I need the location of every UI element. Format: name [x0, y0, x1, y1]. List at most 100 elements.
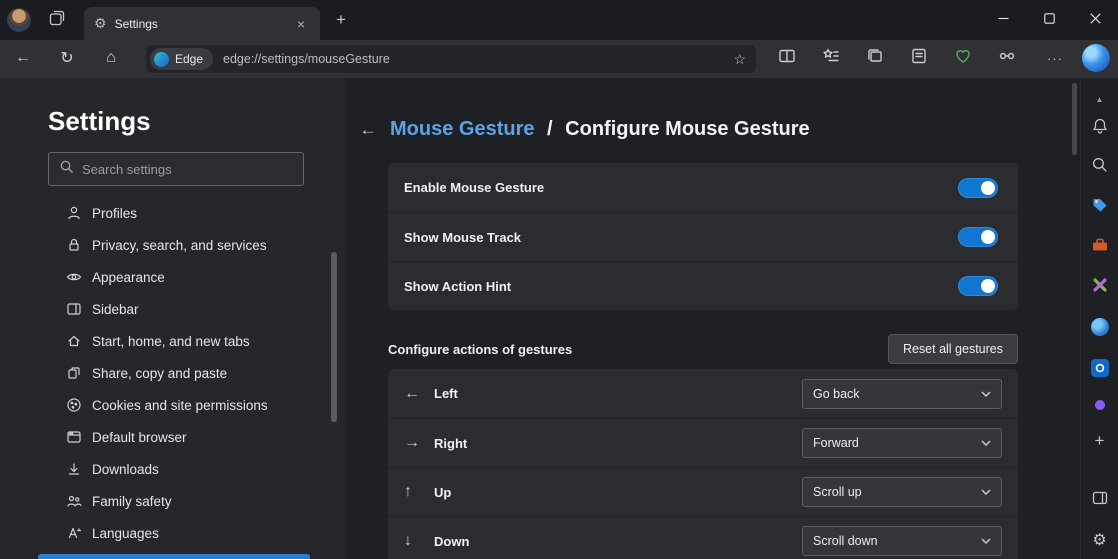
split-screen-icon [778, 47, 796, 70]
sidebar-item-cookies-permissions[interactable]: Cookies and site permissions [40, 389, 310, 421]
settings-nav-list: Profiles Privacy, search, and services A… [40, 197, 310, 549]
favorites-button[interactable] [816, 43, 846, 73]
copilot-button[interactable] [1082, 44, 1110, 72]
gesture-left-label: Left [434, 386, 458, 401]
customize-sidebar-button[interactable] [1089, 489, 1111, 511]
shopping-tag-icon [1091, 196, 1109, 219]
gesture-row-up: ↑ Up Scroll up [388, 467, 1018, 516]
games-button[interactable] [1089, 276, 1111, 298]
reset-all-gestures-button[interactable]: Reset all gestures [888, 334, 1018, 364]
right-action-dropdown[interactable]: Forward [802, 428, 1002, 458]
sidebar-item-start-home-tabs[interactable]: Start, home, and new tabs [40, 325, 310, 357]
rail-scroll-up-button[interactable]: ▲ [1089, 88, 1111, 110]
enable-mouse-gesture-row: Enable Mouse Gesture [388, 163, 1018, 212]
split-screen-button[interactable] [772, 43, 802, 73]
layout-panel-icon [1091, 489, 1109, 512]
sphere-app-icon [1091, 318, 1109, 336]
outlook-icon [1091, 359, 1109, 377]
left-action-value: Go back [813, 387, 860, 401]
profile-avatar[interactable] [7, 8, 31, 32]
minimize-button[interactable] [980, 0, 1026, 40]
sidebar-item-family-safety[interactable]: Family safety [40, 485, 310, 517]
show-mouse-track-label: Show Mouse Track [404, 230, 521, 245]
rail-search-button[interactable] [1089, 156, 1111, 178]
search-icon [1091, 156, 1108, 178]
gesture-down-label: Down [434, 534, 469, 549]
sidebar-settings-button[interactable]: ⚙ [1089, 529, 1111, 551]
chevron-down-icon [981, 538, 991, 544]
sphere-app-button[interactable] [1089, 316, 1111, 338]
workspaces-nav-button[interactable] [992, 43, 1022, 73]
refresh-button[interactable]: ↻ [52, 43, 82, 73]
favorite-star-icon[interactable]: ☆ [733, 51, 746, 68]
new-tab-button[interactable]: + [330, 9, 352, 31]
page-title: Configure Mouse Gesture [565, 118, 809, 140]
edge-browser-window: { "colors": { "accent_blue": "#1176d1", … [0, 0, 1118, 559]
settings-page-title: Settings [48, 106, 151, 137]
settings-main-content: ← Mouse Gesture / Configure Mouse Gestur… [346, 78, 1080, 559]
outlook-button[interactable] [1089, 357, 1111, 379]
gesture-up-label: Up [434, 485, 451, 500]
sidebar-item-share-copy-paste[interactable]: Share, copy and paste [40, 357, 310, 389]
maximize-button[interactable] [1026, 0, 1072, 40]
window-controls [980, 0, 1118, 40]
back-button[interactable]: ← [8, 43, 38, 73]
down-action-value: Scroll down [813, 534, 878, 548]
shopping-button[interactable] [1089, 196, 1111, 218]
browser-essentials-button[interactable] [948, 43, 978, 73]
tab-close-icon[interactable]: × [292, 15, 310, 33]
mouse-gesture-toggles-card: Enable Mouse Gesture Show Mouse Track Sh… [388, 163, 1018, 310]
lock-icon [66, 237, 82, 253]
settings-search-box[interactable] [48, 152, 304, 186]
linked-nodes-icon [998, 47, 1016, 70]
home-button[interactable]: ⌂ [96, 43, 126, 73]
sidebar-item-default-browser[interactable]: Default browser [40, 421, 310, 453]
url-text: edge://settings/mouseGesture [223, 52, 733, 66]
minimize-icon [998, 11, 1009, 29]
up-action-dropdown[interactable]: Scroll up [802, 477, 1002, 507]
sidebar-item-privacy[interactable]: Privacy, search, and services [40, 229, 310, 261]
enable-mouse-gesture-toggle[interactable] [958, 178, 998, 198]
breadcrumb-link-mouse-gesture[interactable]: Mouse Gesture [390, 118, 534, 140]
gesture-actions-card: ← Left Go back → Right Forward ↑ Up Scro… [388, 369, 1018, 559]
down-action-dropdown[interactable]: Scroll down [802, 526, 1002, 556]
family-icon [66, 493, 82, 509]
breadcrumb-back-button[interactable]: ← [354, 116, 382, 144]
close-window-button[interactable] [1072, 0, 1118, 40]
tools-button[interactable] [1089, 236, 1111, 258]
sidebar-item-sidebar[interactable]: Sidebar [40, 293, 310, 325]
sidebar-item-appearance[interactable]: Appearance [40, 261, 310, 293]
collections-button[interactable] [860, 43, 890, 73]
show-action-hint-toggle[interactable] [958, 276, 998, 296]
browser-tab-settings[interactable]: ⚙ Settings × [84, 7, 320, 40]
home-small-icon [66, 333, 82, 349]
copy-icon [66, 365, 82, 381]
settings-and-more-button[interactable]: ··· [1040, 43, 1070, 73]
reading-list-button[interactable] [904, 43, 934, 73]
main-scrollbar-thumb[interactable] [1072, 83, 1077, 155]
add-to-sidebar-button[interactable]: + [1089, 430, 1111, 452]
site-info-chip[interactable]: Edge [150, 48, 213, 70]
address-bar[interactable]: Edge edge://settings/mouseGesture ☆ [146, 45, 756, 73]
workspaces-button[interactable] [46, 9, 68, 31]
maximize-icon [1044, 11, 1055, 29]
search-settings-input[interactable] [82, 162, 293, 177]
chevron-down-icon [981, 440, 991, 446]
sidebar-item-languages[interactable]: Languages [40, 517, 310, 549]
browser-titlebar: ⚙ Settings × + [0, 0, 1118, 40]
left-action-dropdown[interactable]: Go back [802, 379, 1002, 409]
sidebar-item-downloads[interactable]: Downloads [40, 453, 310, 485]
gesture-row-right: → Right Forward [388, 418, 1018, 467]
notifications-button[interactable] [1089, 117, 1111, 139]
show-mouse-track-toggle[interactable] [958, 227, 998, 247]
tab-title: Settings [115, 17, 292, 31]
sidebar-scrollbar-thumb[interactable] [331, 252, 337, 422]
gesture-row-down: ↓ Down Scroll down [388, 516, 1018, 559]
settings-favicon-gear-icon: ⚙ [94, 15, 107, 32]
edge-sidebar-rail: ▲ + ⚙ [1080, 78, 1118, 559]
sidebar-item-profiles[interactable]: Profiles [40, 197, 310, 229]
sidebar-selected-item-partial[interactable] [38, 554, 310, 559]
down-arrow-icon: ↓ [404, 532, 430, 550]
breadcrumb: Mouse Gesture / Configure Mouse Gesture [390, 118, 810, 141]
drop-app-button[interactable] [1089, 394, 1111, 416]
